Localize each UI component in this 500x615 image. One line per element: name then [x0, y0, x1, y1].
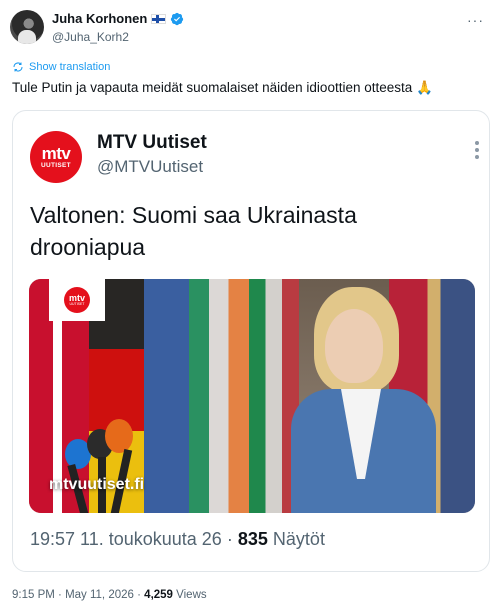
author-name-row: Juha Korhonen: [52, 11, 184, 26]
microphones: [65, 419, 135, 513]
separator: ·: [226, 529, 233, 549]
photo-mtv-logo: mtv UUTISET: [49, 279, 105, 321]
image-watermark: mtvuutiset.fi: [49, 476, 145, 493]
quoted-author-handle[interactable]: @MTVUutiset: [97, 157, 203, 177]
avatar[interactable]: [10, 10, 44, 44]
tweet-header: Juha Korhonen @Juha_Korh2 ···: [10, 10, 490, 50]
show-translation-link[interactable]: Show translation: [12, 61, 110, 73]
views-count[interactable]: 4,259: [144, 589, 173, 601]
tweet-time[interactable]: 9:15 PM: [12, 589, 55, 601]
views-label: Views: [176, 589, 207, 601]
person-face: [325, 309, 383, 383]
mtv-uutiset-logo[interactable]: mtv UUTISET: [30, 131, 82, 183]
translate-icon: [13, 62, 23, 72]
quoted-timestamp[interactable]: 19:57 11. toukokuuta 26: [30, 529, 222, 549]
quoted-tweet-card[interactable]: mtv UUTISET MTV Uutiset @MTVUutiset Valt…: [12, 110, 490, 572]
news-photo[interactable]: mtv UUTISET mtvuutiset.fi: [29, 279, 475, 513]
tweet-text: Tule Putin ja vapauta meidät suomalaiset…: [12, 80, 433, 95]
quoted-meta: 19:57 11. toukokuuta 26 · 835 Näytöt: [30, 529, 325, 550]
show-translation-label: Show translation: [29, 61, 111, 73]
author-handle[interactable]: @Juha_Korh2: [52, 30, 129, 44]
finland-flag-icon: [151, 13, 167, 24]
separator: ·: [137, 589, 141, 601]
author-name[interactable]: Juha Korhonen: [52, 11, 147, 26]
quoted-views-count: 835: [237, 529, 268, 549]
quoted-author-name[interactable]: MTV Uutiset: [97, 132, 207, 154]
quoted-headline: Valtonen: Suomi saa Ukrainasta drooniapu…: [30, 202, 357, 260]
tweet-date[interactable]: May 11, 2026: [65, 589, 134, 601]
tweet-footer: 9:15 PM · May 11, 2026 · 4,259 Views: [12, 589, 207, 601]
quoted-views-label: Näytöt: [272, 529, 325, 549]
more-horizontal-icon[interactable]: ···: [467, 12, 484, 28]
verified-badge-icon[interactable]: [170, 12, 184, 26]
more-vertical-icon[interactable]: [475, 141, 479, 162]
separator: ·: [58, 589, 62, 601]
